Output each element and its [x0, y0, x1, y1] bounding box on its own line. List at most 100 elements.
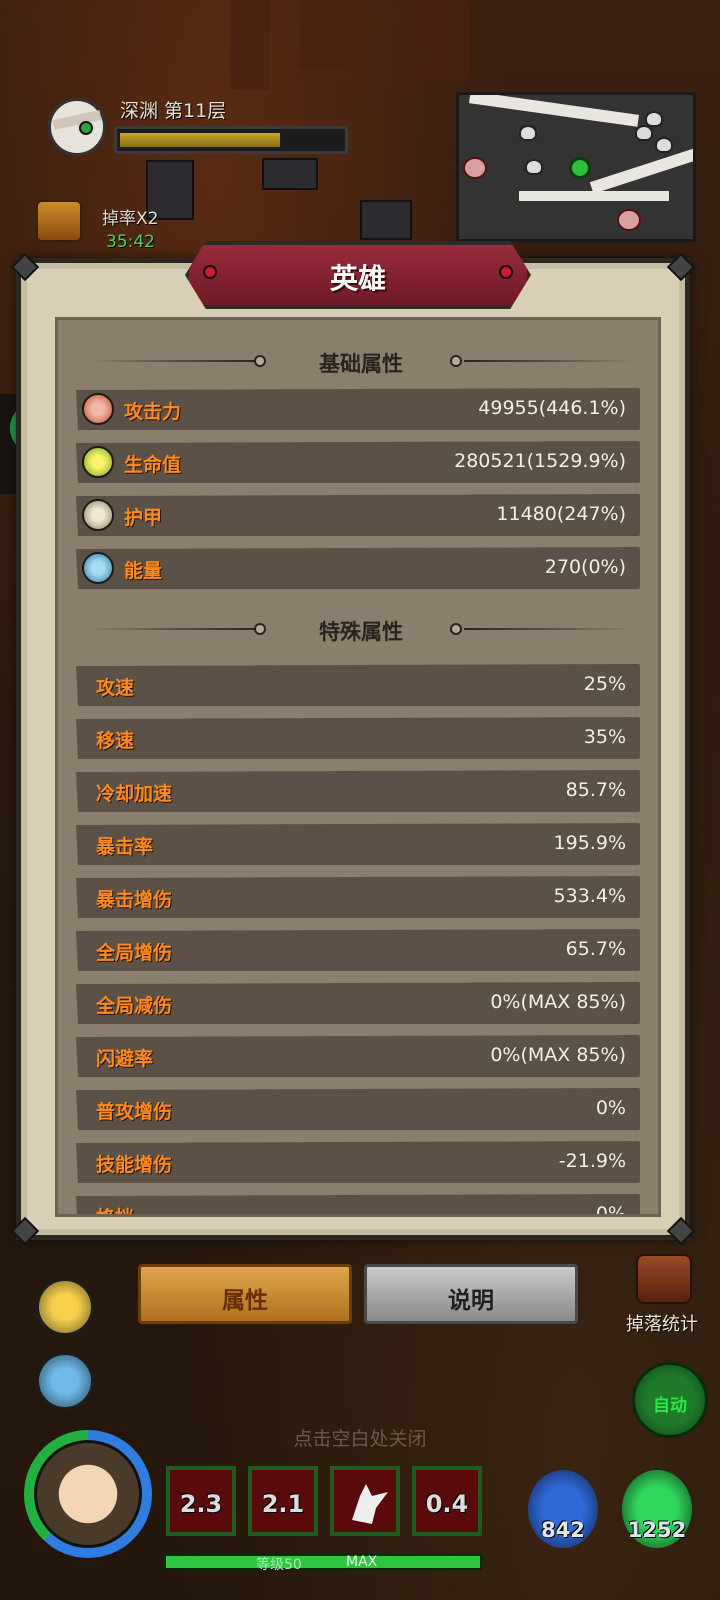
tab-attributes-label: 属性	[222, 1288, 268, 1314]
drop-stats-label[interactable]: 掉落统计	[626, 1310, 698, 1336]
stat-name: 攻击力	[124, 401, 182, 423]
drop-rate-timer: 35:42	[106, 232, 155, 252]
base-stat-row: 能量 270(0%)	[76, 547, 640, 589]
wolf-skill-icon	[352, 1484, 388, 1524]
skill-cooldown: 0.4	[425, 1490, 469, 1518]
skull-marker-icon	[655, 137, 673, 153]
base-stat-row: 生命值 280521(1529.9%)	[76, 441, 640, 483]
blue-potion-icon[interactable]: 842	[528, 1470, 598, 1548]
demon-marker-icon	[617, 209, 641, 231]
stat-value: 270(0%)	[544, 556, 626, 578]
stat-value: 0%(MAX 85%)	[490, 1044, 626, 1066]
skull-marker-icon	[525, 159, 543, 175]
skull-marker-icon	[645, 111, 663, 127]
hero-level-label: 等级50	[256, 1557, 302, 1573]
stat-value: 65.7%	[565, 938, 626, 960]
hero-portrait[interactable]	[24, 1430, 152, 1558]
tab-description-label: 说明	[448, 1288, 494, 1314]
skull-marker-icon	[519, 125, 537, 141]
stat-value: 49955(446.1%)	[478, 397, 626, 419]
special-stat-row: 冷却加速 85.7%	[76, 770, 640, 812]
special-stat-row: 普攻增伤 0%	[76, 1088, 640, 1130]
special-stat-row: 全局减伤 0%(MAX 85%)	[76, 982, 640, 1024]
skill-slot-3[interactable]	[330, 1466, 400, 1536]
hero-panel: 英雄 基础属性 攻击力 49955(446.1%) 生命值 280521(1529.9…	[10, 241, 696, 1246]
stat-value: 11480(247%)	[496, 503, 626, 525]
stat-name: 暴击增伤	[96, 889, 173, 911]
special-stat-row: 暴击率 195.9%	[76, 823, 640, 865]
special-stat-row: 暴击增伤 533.4%	[76, 876, 640, 918]
stat-value: 25%	[583, 673, 626, 695]
hero-level-max: MAX	[346, 1554, 378, 1570]
hero-avatar	[34, 1440, 142, 1548]
special-stat-row: 全局增伤 65.7%	[76, 929, 640, 971]
stat-name: 格挡	[96, 1203, 134, 1214]
blue-potion-count: 842	[541, 1518, 585, 1542]
stat-value: 0%(MAX 85%)	[490, 991, 626, 1013]
tab-description[interactable]: 说明	[364, 1264, 578, 1324]
auto-battle-label: 自动	[653, 1396, 687, 1416]
special-stat-row: 格挡 0%	[76, 1194, 640, 1217]
stat-value: 0%	[595, 1097, 626, 1119]
panel-title: 英雄	[329, 262, 386, 295]
heart-icon	[82, 446, 114, 478]
energy-potion-icon	[82, 552, 114, 584]
base-stat-row: 攻击力 49955(446.1%)	[76, 388, 640, 430]
stat-name: 护甲	[124, 507, 163, 529]
base-attributes-title: 基础属性	[319, 352, 403, 376]
green-potion-icon[interactable]: 1252	[622, 1470, 692, 1548]
panel-title-plate: 英雄	[185, 241, 531, 309]
stat-value: 85.7%	[565, 779, 626, 801]
skill-slot-2[interactable]: 2.1	[248, 1466, 318, 1536]
treasure-chest-icon	[36, 200, 82, 242]
skill-cooldown: 2.3	[179, 1490, 223, 1518]
green-potion-count: 1252	[627, 1518, 687, 1542]
base-attributes-header: 基础属性	[58, 346, 658, 376]
drop-rate-label: 掉率X2	[102, 209, 159, 229]
stat-name: 冷却加速	[96, 783, 173, 805]
stat-name: 暴击率	[96, 836, 154, 858]
skull-icon	[48, 98, 106, 156]
skill-slot-4[interactable]: 0.4	[412, 1466, 482, 1536]
hero-level-bar: 等级50 MAX	[164, 1554, 482, 1573]
dragon-pet-icon[interactable]	[36, 1352, 94, 1410]
special-stat-row: 攻速 25%	[76, 664, 640, 706]
attack-icon	[82, 393, 114, 425]
special-stat-row: 技能增伤 -21.9%	[76, 1141, 640, 1183]
stat-value: 195.9%	[553, 832, 626, 854]
drop-stats-bag-icon[interactable]	[636, 1254, 692, 1304]
stat-value: 0%	[595, 1203, 626, 1217]
shield-icon	[82, 499, 114, 531]
skill-cooldown: 2.1	[261, 1490, 305, 1518]
special-attributes-header: 特殊属性	[58, 614, 658, 644]
stat-name: 移速	[96, 730, 135, 752]
hero-level-fill	[166, 1556, 480, 1568]
demon-marker-icon	[463, 157, 487, 179]
stat-name: 技能增伤	[96, 1154, 173, 1176]
stat-name: 攻速	[96, 677, 135, 699]
stats-scroll-area[interactable]: 基础属性 攻击力 49955(446.1%) 生命值 280521(1529.9%) 护…	[55, 317, 661, 1217]
stat-value: 280521(1529.9%)	[454, 450, 626, 472]
minimap[interactable]	[456, 92, 696, 242]
special-stat-row: 闪避率 0%(MAX 85%)	[76, 1035, 640, 1077]
level-progress-fill	[120, 133, 280, 147]
level-progress-bar	[114, 126, 348, 154]
stat-name: 普攻增伤	[96, 1101, 173, 1123]
stat-name: 生命值	[124, 454, 182, 476]
stat-name: 能量	[124, 560, 163, 582]
stat-name: 闪避率	[96, 1048, 154, 1070]
skull-marker-icon	[635, 125, 653, 141]
stat-name: 全局增伤	[96, 942, 173, 964]
base-stat-row: 护甲 11480(247%)	[76, 494, 640, 536]
skill-slot-1[interactable]: 2.3	[166, 1466, 236, 1536]
bee-pet-icon[interactable]	[36, 1278, 94, 1336]
stat-value: -21.9%	[558, 1150, 626, 1172]
tab-attributes[interactable]: 属性	[138, 1264, 352, 1324]
special-attributes-title: 特殊属性	[319, 620, 403, 644]
player-marker-icon	[569, 157, 591, 179]
stat-value: 35%	[583, 726, 626, 748]
special-stat-row: 移速 35%	[76, 717, 640, 759]
level-title: 深渊 第11层	[120, 100, 227, 122]
stat-name: 全局减伤	[96, 995, 173, 1017]
stat-value: 533.4%	[553, 885, 626, 907]
